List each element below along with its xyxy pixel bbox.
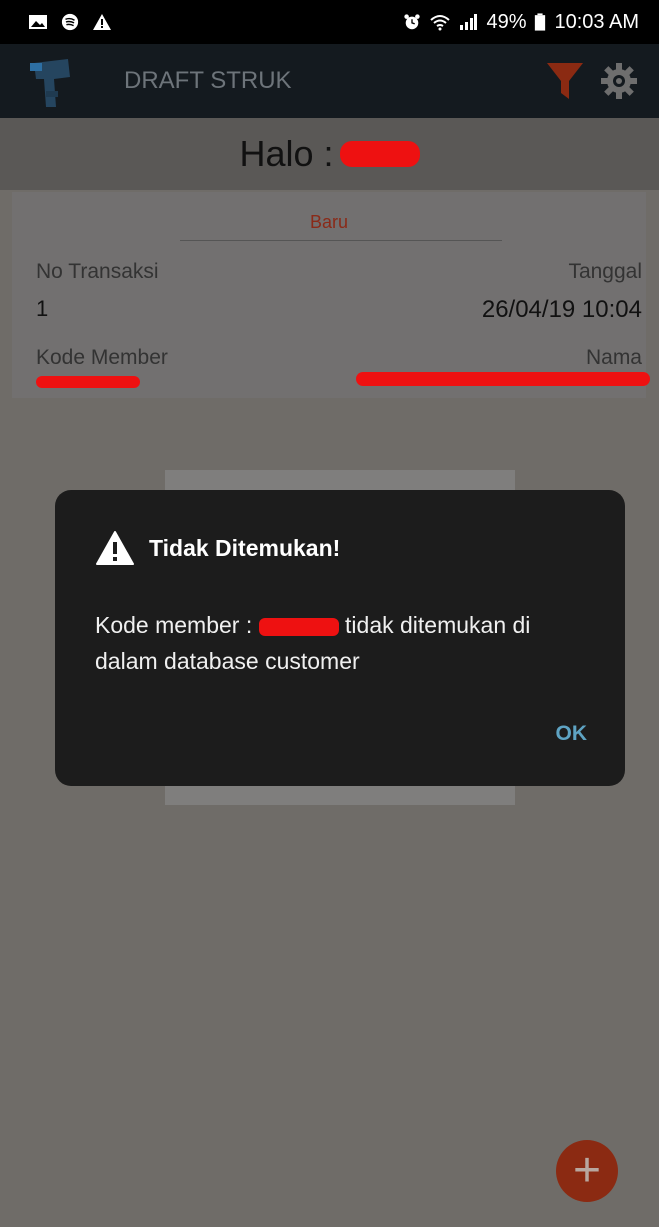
status-badge: Baru bbox=[309, 212, 349, 232]
add-button[interactable]: + bbox=[556, 1140, 618, 1202]
warning-icon bbox=[93, 14, 111, 30]
greeting-label: Halo : bbox=[239, 133, 334, 174]
redacted-nama bbox=[356, 372, 650, 386]
nama-label: Nama bbox=[585, 346, 642, 369]
tanggal-label: Tanggal bbox=[568, 260, 642, 283]
tanggal-value: 26/04/19 10:04 bbox=[481, 296, 642, 323]
dialog-message-prefix: Kode member : bbox=[95, 612, 253, 638]
battery-icon bbox=[535, 13, 546, 31]
battery-percent: 49% bbox=[486, 10, 527, 33]
kode-member-label: Kode Member bbox=[36, 346, 168, 369]
no-transaksi-label: No Transaksi bbox=[36, 260, 159, 283]
status-bar-left bbox=[28, 13, 112, 31]
wifi-icon bbox=[430, 15, 451, 31]
no-transaksi-value: 1 bbox=[36, 296, 49, 321]
dialog-title-row: Tidak Ditemukan! bbox=[95, 530, 340, 566]
ok-button[interactable]: OK bbox=[556, 722, 588, 746]
transaction-card[interactable]: Baru No Transaksi Tanggal 1 26/04/19 10:… bbox=[12, 192, 650, 398]
redacted-username bbox=[339, 141, 420, 167]
signal-icon bbox=[460, 14, 478, 30]
dialog-message: Kode member : tidak ditemukan di dalam d… bbox=[95, 607, 595, 679]
spotify-icon bbox=[61, 13, 79, 31]
gear-icon[interactable] bbox=[599, 61, 639, 101]
app-title: DRAFT STRUK bbox=[124, 67, 292, 94]
app-logo-icon bbox=[30, 59, 70, 107]
alarm-icon bbox=[404, 14, 421, 30]
redacted-member-code bbox=[258, 617, 339, 636]
clock: 10:03 AM bbox=[554, 10, 639, 33]
app-bar: DRAFT STRUK bbox=[0, 44, 659, 118]
filter-icon[interactable] bbox=[545, 59, 585, 103]
alert-dialog: Tidak Ditemukan! Kode member : tidak dit… bbox=[55, 490, 625, 786]
status-divider bbox=[180, 240, 502, 241]
redacted-kode-member bbox=[36, 376, 140, 388]
status-bar-right: 49% 10:03 AM bbox=[402, 11, 639, 34]
plus-icon: + bbox=[572, 1144, 602, 1197]
status-bar: 49% 10:03 AM bbox=[0, 0, 659, 44]
greeting-bar: Halo : bbox=[0, 118, 659, 190]
warning-icon bbox=[96, 531, 134, 565]
dialog-title: Tidak Ditemukan! bbox=[149, 534, 341, 561]
image-icon bbox=[29, 15, 47, 29]
